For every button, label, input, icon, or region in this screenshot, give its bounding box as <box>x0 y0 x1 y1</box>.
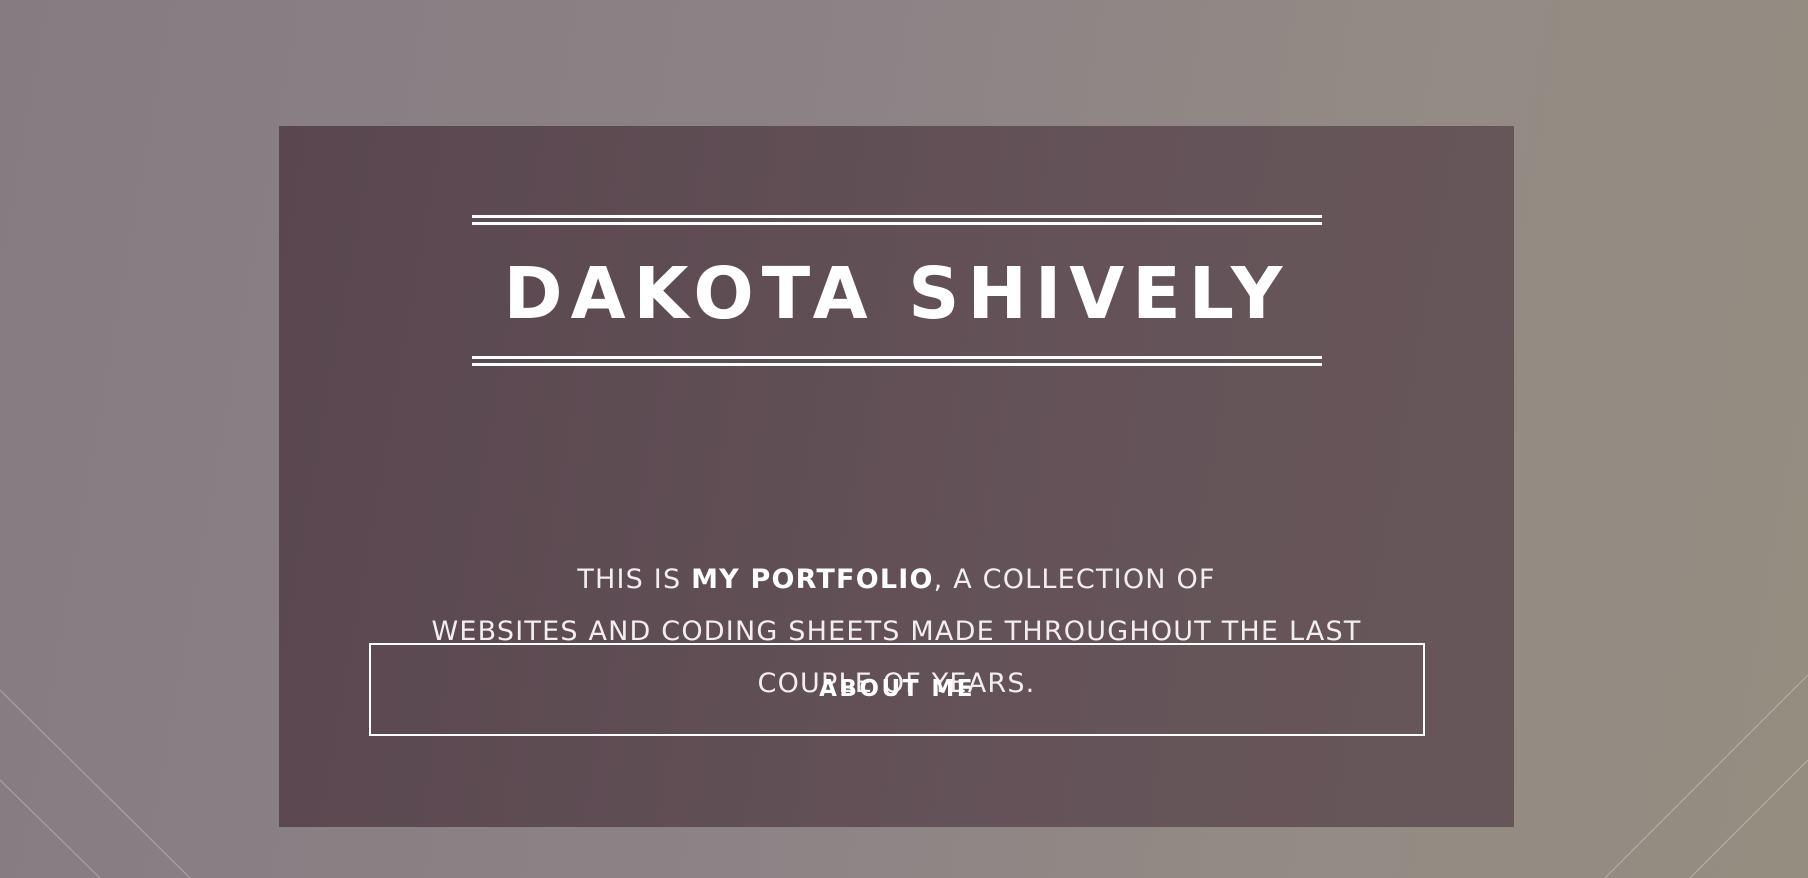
about-me-button[interactable]: ABOUT ME <box>369 643 1425 736</box>
bg-line-right-1 <box>1604 674 1808 878</box>
hero-panel: DAKOTA SHIVELY THIS IS MY PORTFOLIO, A C… <box>279 126 1514 827</box>
bg-line-left-1 <box>0 689 191 878</box>
intro-highlight: MY PORTFOLIO <box>691 564 934 595</box>
intro-after-highlight: , A COLLECTION OF <box>933 564 1216 595</box>
title-top-double-rule <box>472 215 1322 225</box>
title-bottom-double-rule <box>472 356 1322 366</box>
intro-prefix: THIS IS <box>577 564 692 595</box>
bg-line-right-2 <box>1689 759 1808 878</box>
bg-line-left-2 <box>0 779 101 878</box>
hero-title: DAKOTA SHIVELY <box>503 252 1291 335</box>
